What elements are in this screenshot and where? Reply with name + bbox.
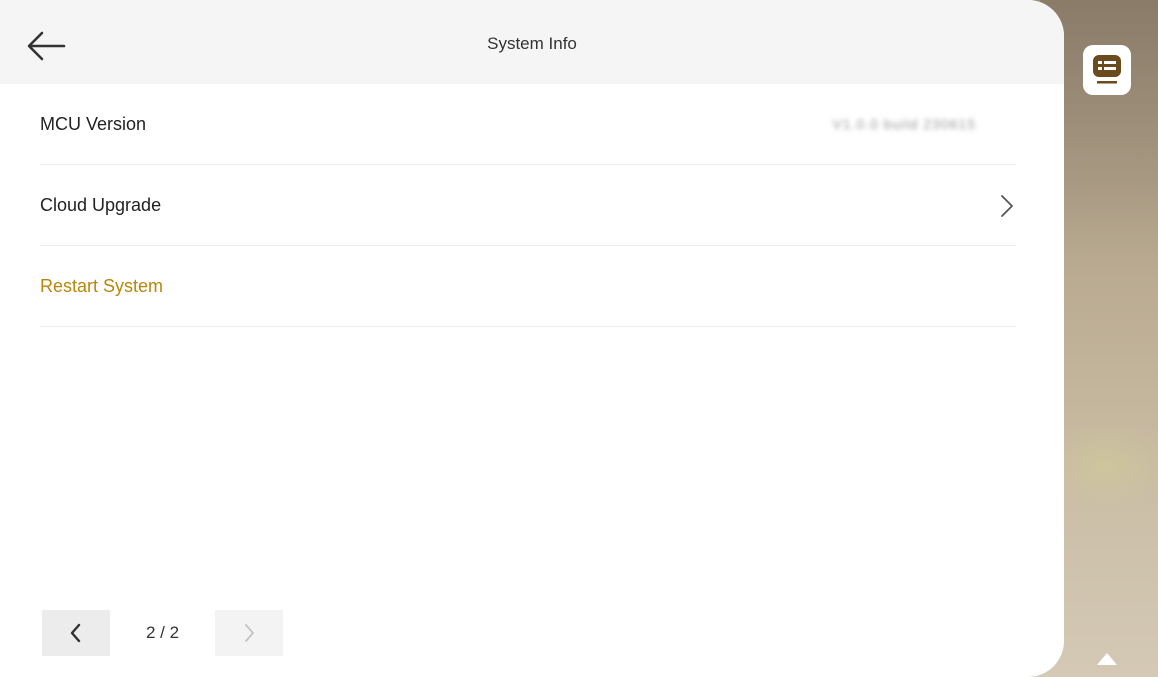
restart-system-label: Restart System: [40, 275, 164, 296]
header-bar: System Info: [0, 0, 1064, 84]
cloud-upgrade-label: Cloud Upgrade: [40, 194, 162, 215]
next-page-button[interactable]: [215, 610, 283, 656]
menu-button[interactable]: [1083, 45, 1131, 95]
prev-page-button[interactable]: [42, 610, 110, 656]
restart-system-row[interactable]: Restart System: [40, 246, 1016, 327]
chevron-right-icon: [245, 624, 254, 642]
pagination: 2 / 2: [42, 610, 283, 656]
page-title: System Info: [487, 34, 577, 53]
triangle-up-icon[interactable]: [1096, 652, 1118, 666]
settings-panel: System Info MCU Version V1.0.0 build 230…: [0, 0, 1064, 677]
screen: System Info MCU Version V1.0.0 build 230…: [0, 0, 1158, 677]
chevron-right-icon: [1001, 195, 1013, 217]
settings-list: MCU Version V1.0.0 build 230615 Cloud Up…: [40, 84, 1016, 327]
list-menu-icon: [1093, 55, 1121, 84]
mcu-version-label: MCU Version: [40, 113, 147, 134]
chevron-left-icon: [70, 623, 81, 643]
page-indicator: 2 / 2: [145, 623, 180, 642]
mcu-version-value: V1.0.0 build 230615: [832, 116, 976, 132]
cloud-upgrade-row[interactable]: Cloud Upgrade: [40, 165, 1016, 246]
mcu-version-row: MCU Version V1.0.0 build 230615: [40, 84, 1016, 165]
